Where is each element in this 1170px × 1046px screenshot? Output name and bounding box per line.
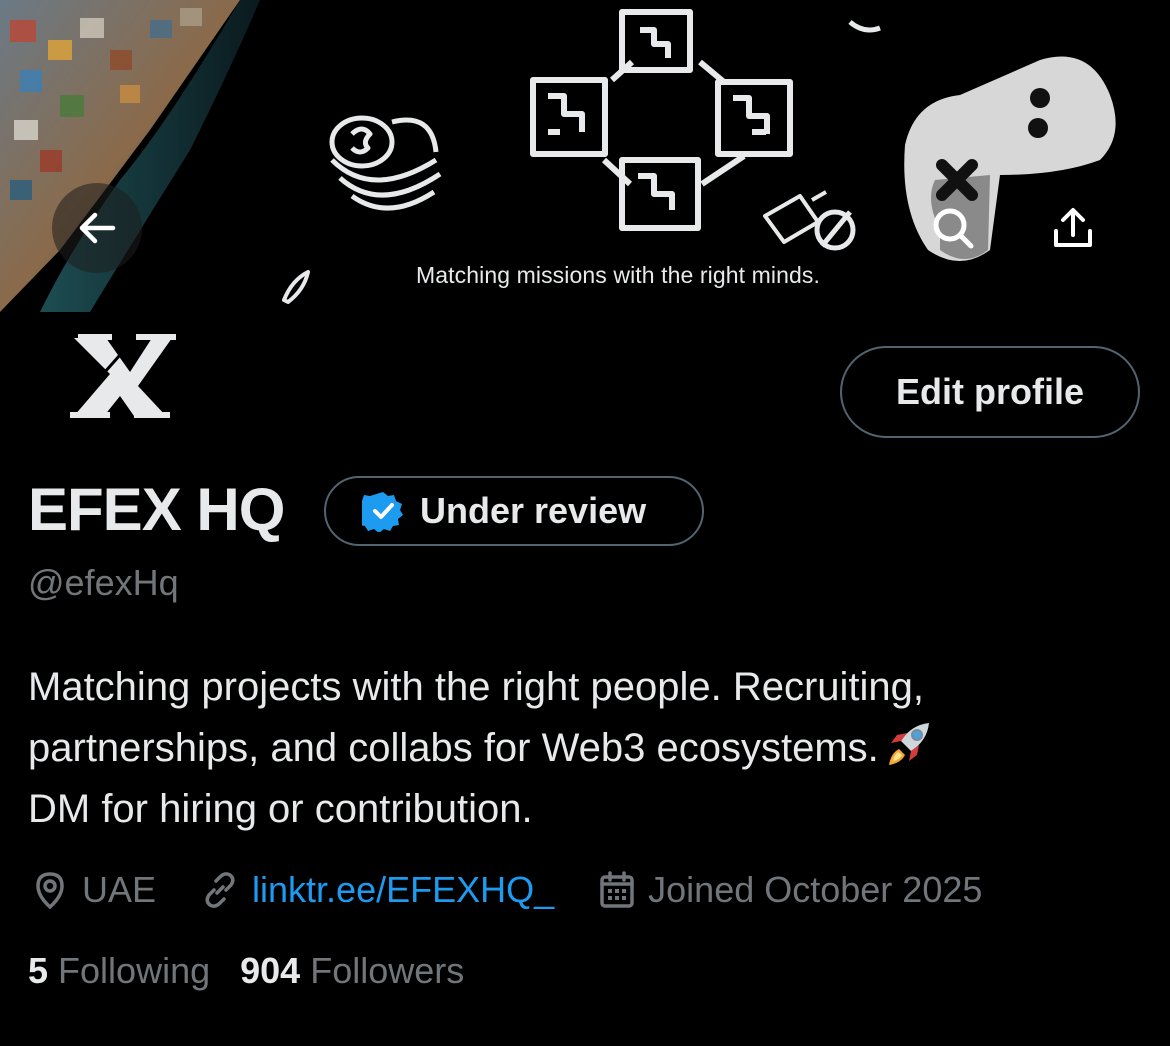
link-icon	[205, 872, 235, 908]
location-pin-icon	[36, 872, 64, 910]
bio-line: partnerships, and collabs for Web3 ecosy…	[28, 718, 1138, 779]
following-link[interactable]: 5 Following	[28, 950, 210, 992]
profile-location: UAE	[30, 869, 156, 911]
banner-tagline: Matching missions with the right minds.	[416, 262, 820, 288]
edit-profile-button[interactable]: Edit profile	[840, 346, 1140, 438]
followers-label: Followers	[310, 950, 465, 991]
profile-joined-date: Joined October 2025	[598, 869, 982, 911]
profile-website[interactable]: linktr.ee/EFEXHQ_	[200, 869, 554, 911]
location-text: UAE	[82, 869, 157, 910]
profile-banner[interactable]: Matching missions with the right minds.	[0, 0, 1170, 312]
profile-avatar[interactable]	[38, 312, 202, 432]
followers-count: 904	[240, 950, 301, 991]
following-count: 5	[28, 950, 49, 991]
profile-meta-row: UAE linktr.ee/EFEXHQ_ Joined October 202…	[30, 862, 982, 918]
bio-line-text: partnerships, and collabs for Web3 ecosy…	[28, 726, 879, 770]
verified-badge-icon	[362, 492, 403, 532]
bio-line: Matching projects with the right people.…	[28, 665, 925, 709]
profile-bio: Matching projects with the right people.…	[28, 657, 1138, 840]
followers-link[interactable]: 904 Followers	[240, 950, 464, 992]
search-icon	[933, 208, 974, 249]
search-button[interactable]	[908, 183, 998, 273]
verification-status-badge[interactable]: Under review	[324, 476, 704, 546]
calendar-icon	[600, 871, 634, 908]
rocket-emoji	[888, 723, 929, 765]
following-label: Following	[58, 950, 211, 991]
profile-handle: @efexHq	[28, 562, 179, 603]
joined-text: Joined October 2025	[648, 869, 983, 910]
share-button[interactable]	[1028, 183, 1118, 273]
share-icon	[1054, 208, 1092, 247]
back-button[interactable]	[52, 183, 142, 273]
website-link[interactable]: linktr.ee/EFEXHQ_	[252, 869, 554, 911]
blockchain-cube-top	[619, 9, 693, 73]
arrow-left-icon	[79, 212, 116, 244]
bio-line: DM for hiring or contribution.	[28, 787, 533, 831]
verification-status-label: Under review	[420, 490, 647, 531]
follow-counts: 5 Following 904 Followers	[28, 950, 494, 992]
profile-display-name: EFEX HQ	[28, 476, 285, 543]
